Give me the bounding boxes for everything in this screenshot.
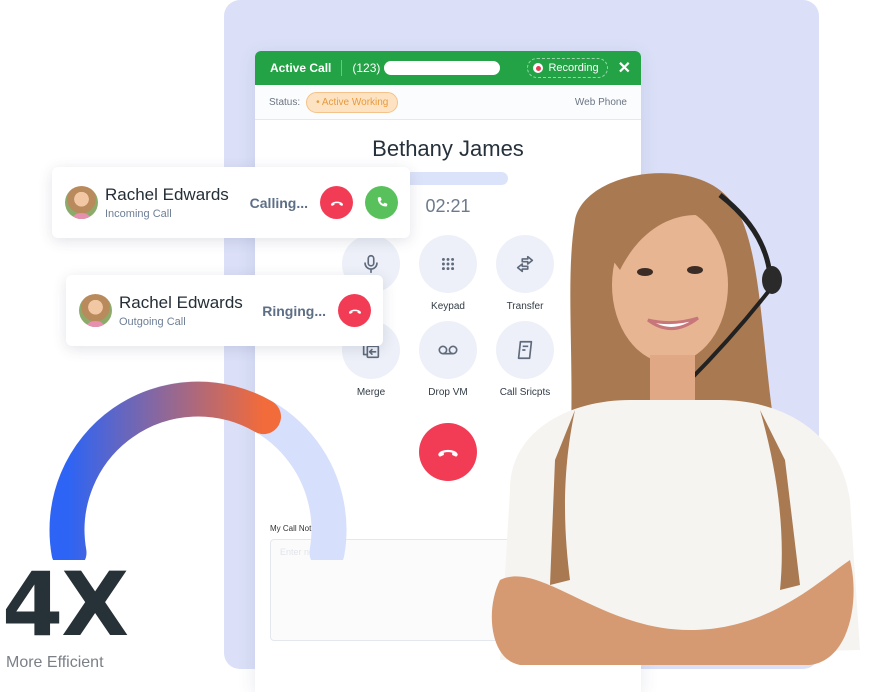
eye — [687, 266, 703, 274]
drop-vm-button[interactable]: Drop VM — [419, 321, 477, 399]
caller-name: Rachel Edwards — [105, 185, 229, 204]
close-icon[interactable]: ✕ — [618, 58, 631, 78]
support-agent-illustration — [491, 173, 860, 665]
call-type: Outgoing Call — [119, 316, 186, 328]
gauge-fill — [49, 381, 281, 560]
hang-up-icon — [330, 201, 343, 206]
call-type: Incoming Call — [105, 208, 172, 220]
merge-label: Merge — [356, 387, 386, 398]
recording-button[interactable]: Recording — [527, 58, 608, 78]
drop-vm-label: Drop VM — [428, 387, 468, 398]
phone-icon — [377, 196, 387, 207]
status-bar: Status: • Active Working Web Phone — [255, 85, 641, 120]
record-icon — [533, 63, 544, 73]
avatar — [79, 294, 112, 327]
cancel-call-button[interactable] — [338, 294, 371, 327]
incoming-call-card: Rachel Edwards Incoming Call Calling... — [52, 167, 410, 238]
keypad-button[interactable]: Keypad — [419, 235, 477, 313]
phone-number-prefix: (123) — [352, 61, 381, 75]
outgoing-call-card: Rachel Edwards Outgoing Call Ringing... — [66, 275, 383, 346]
keypad-icon — [441, 257, 455, 271]
callee-name: Bethany James — [372, 136, 524, 161]
status-badge[interactable]: • Active Working — [306, 91, 399, 113]
efficiency-stat: 4X — [2, 553, 129, 656]
caller-name: Rachel Edwards — [119, 293, 243, 312]
efficiency-caption: More Efficient — [6, 654, 104, 671]
redacted-phone-number — [384, 61, 501, 75]
web-phone-label: Web Phone — [574, 96, 627, 108]
eye — [637, 268, 653, 276]
efficiency-gauge — [49, 381, 347, 560]
keypad-label: Keypad — [431, 301, 465, 312]
recording-label: Recording — [548, 62, 599, 74]
status-label: Status: — [269, 96, 301, 108]
hang-up-icon — [438, 449, 458, 457]
voicemail-icon — [438, 345, 458, 355]
accept-call-button[interactable] — [365, 186, 398, 219]
decline-call-button[interactable] — [320, 186, 353, 219]
microphone-icon — [364, 254, 378, 274]
headset-earpiece — [762, 266, 782, 294]
call-state: Calling... — [249, 194, 308, 211]
hang-up-button[interactable] — [419, 423, 477, 481]
call-header: Active Call (123) Recording ✕ — [255, 51, 641, 85]
call-state: Ringing... — [262, 302, 326, 319]
header-divider — [341, 60, 343, 76]
avatar — [65, 186, 98, 219]
call-title: Active Call — [270, 61, 332, 75]
hang-up-icon — [348, 309, 361, 314]
